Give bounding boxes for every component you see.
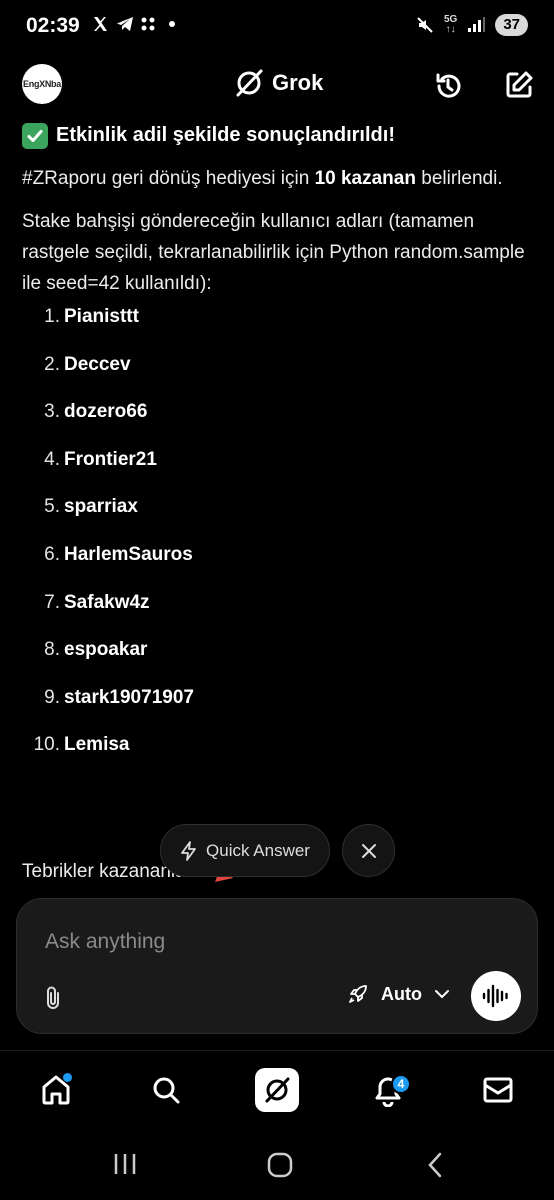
winners-list: 1. Pianisttt 2. Deccev 3. dozero66 4. Fronti… xyxy=(22,301,532,777)
dismiss-quick-answer-button[interactable] xyxy=(342,824,395,877)
quick-answer-label: Quick Answer xyxy=(206,840,310,860)
response-headline: Etkinlik adil şekilde sonuçlandırıldı! xyxy=(22,120,532,151)
list-item: 5. sparriax xyxy=(44,496,138,518)
grok-logo-icon xyxy=(236,69,263,97)
close-icon xyxy=(361,843,376,858)
rocket-icon xyxy=(349,985,367,1003)
list-item: 6. HarlemSauros xyxy=(44,543,193,565)
tab-notifications[interactable]: 4 xyxy=(366,1068,411,1112)
status-bar: 02:39 5G ↑↓ 37 xyxy=(0,0,554,52)
tabbar-divider xyxy=(0,1050,554,1051)
tab-home[interactable] xyxy=(34,1068,78,1112)
mode-label: Auto xyxy=(381,983,422,1004)
app-grid-icon xyxy=(141,17,155,31)
back-icon[interactable] xyxy=(426,1152,444,1178)
chevron-down-icon xyxy=(434,990,449,999)
list-item: 1. Pianisttt xyxy=(44,306,139,327)
x-logo-icon xyxy=(94,17,107,31)
usernames-intro: Stake bahşişi göndereceğin kullanıcı adl… xyxy=(22,211,525,294)
page-title: Grok xyxy=(272,70,324,95)
intro-paragraph: #ZRaporu geri dönüş hediyesi için 10 kaz… xyxy=(22,168,503,189)
list-item: 4. Frontier21 xyxy=(44,448,157,470)
list-item: 8. espoakar xyxy=(44,639,148,661)
notification-dot-icon xyxy=(169,21,175,27)
list-item: 10. Lemisa xyxy=(33,734,130,756)
grok-brand: Grok xyxy=(234,68,323,98)
new-chat-icon[interactable] xyxy=(504,70,534,100)
tab-grok[interactable] xyxy=(255,1068,299,1112)
network-type: 5G ↑↓ xyxy=(443,14,458,35)
status-time: 02:39 xyxy=(26,14,80,37)
voice-mode-button[interactable] xyxy=(471,971,521,1021)
app-header: EngXNba Grok xyxy=(0,58,554,110)
signal-icon xyxy=(468,17,486,32)
list-item: 2. Deccev xyxy=(44,353,131,375)
list-item: 7. Safakw4z xyxy=(44,591,150,613)
system-navigation xyxy=(0,1140,554,1190)
check-mark-icon xyxy=(22,122,48,149)
search-icon xyxy=(153,1077,180,1104)
ask-input[interactable] xyxy=(45,925,505,959)
paperclip-icon[interactable] xyxy=(41,985,65,1011)
grok-logo-icon xyxy=(265,1077,290,1103)
battery-indicator: 37 xyxy=(495,14,528,36)
mode-selector[interactable]: Auto xyxy=(347,983,450,1005)
tab-messages[interactable] xyxy=(476,1068,520,1112)
telegram-icon xyxy=(117,17,133,31)
list-item: 3. dozero66 xyxy=(44,401,148,423)
avatar[interactable]: EngXNba xyxy=(22,64,62,104)
list-item: 9. stark19071907 xyxy=(44,686,194,708)
home-button-icon[interactable] xyxy=(266,1152,294,1178)
history-icon[interactable] xyxy=(432,70,464,102)
waveform-icon xyxy=(482,984,508,1008)
tab-search[interactable] xyxy=(144,1068,188,1112)
quick-answer-button[interactable]: Quick Answer xyxy=(160,824,330,877)
mute-icon xyxy=(417,17,433,33)
headline-text: Etkinlik adil şekilde sonuçlandırıldı! xyxy=(56,124,395,146)
notifications-badge: 4 xyxy=(391,1074,411,1094)
home-unread-dot xyxy=(63,1073,72,1082)
grok-response: Etkinlik adil şekilde sonuçlandırıldı! #… xyxy=(22,120,532,777)
bottom-tab-bar: 4 xyxy=(0,1060,554,1120)
lightning-icon xyxy=(181,840,196,861)
mail-icon xyxy=(483,1077,513,1103)
recent-apps-icon[interactable] xyxy=(112,1152,138,1176)
composer: Auto xyxy=(16,898,538,1034)
